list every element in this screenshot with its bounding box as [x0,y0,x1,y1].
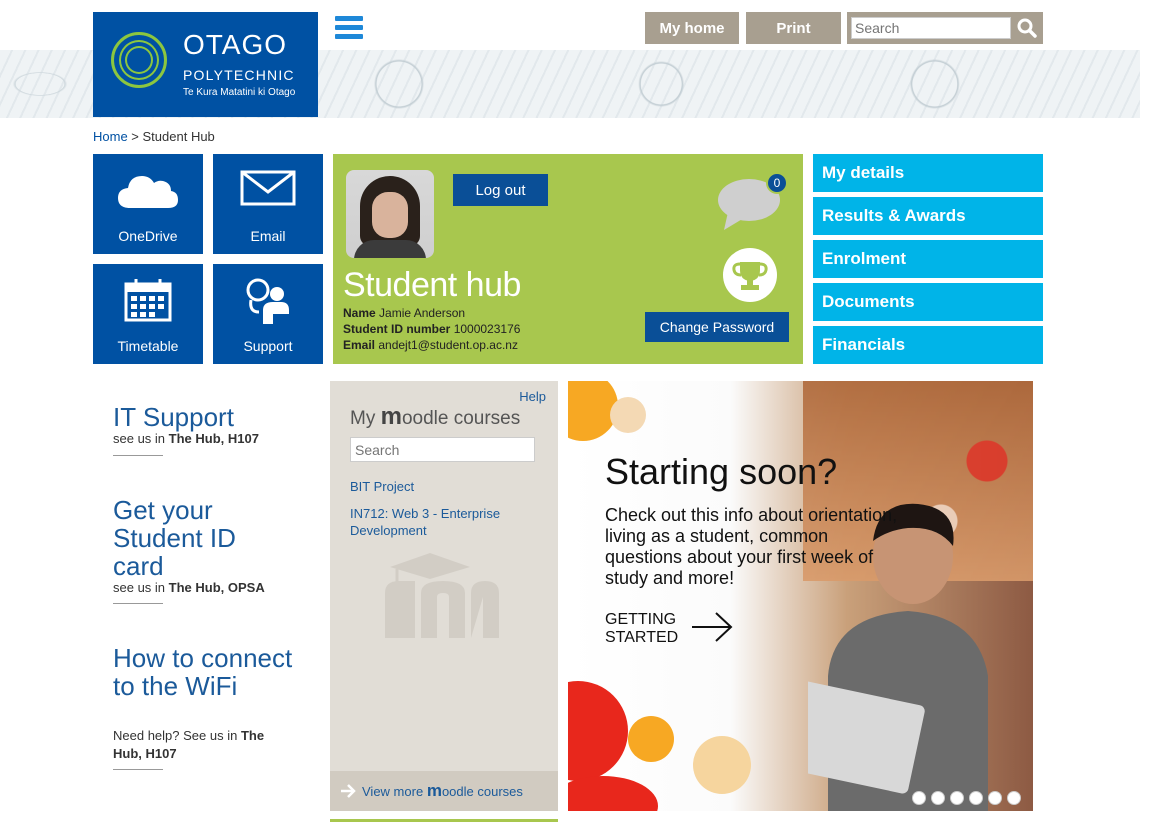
notification-badge: 0 [766,172,788,194]
menu-item-my-details[interactable]: My details [813,154,1043,192]
moodle-logo-icon: m [426,781,442,800]
moodle-course-link[interactable]: IN712: Web 3 - Enterprise Development [350,505,530,539]
menu-item-enrolment[interactable]: Enrolment [813,240,1043,278]
decor-circle [610,397,646,433]
info-sub-it-support: see us in The Hub, H107 [113,430,293,448]
moodle-logo-icon: m [380,403,402,430]
decor-circle [693,736,751,794]
envelope-icon [240,170,296,206]
email-label: Email [343,338,376,352]
student-email: andejt1@student.op.ac.nz [378,338,518,352]
banner-headline: Starting soon? [605,451,838,492]
divider [113,603,163,604]
info-title-student-id[interactable]: Get your Student ID card [113,496,283,580]
decor-circle [568,776,658,811]
info-title-it-support[interactable]: IT Support [113,403,293,431]
cloud-icon [118,176,178,208]
student-info: Name Jamie Anderson Student ID number 10… [343,305,520,353]
logo-text-otago: OTAGO [183,29,288,60]
cta-line: GETTING [605,611,677,628]
moodle-courses-panel: Help My moodle courses BIT Project IN712… [330,381,558,811]
banner-body: Check out this info about orientation, l… [605,505,898,588]
tile-email[interactable]: Email [213,154,323,254]
moodle-course-link[interactable]: BIT Project [350,478,530,495]
carousel-dot[interactable] [1007,791,1021,805]
logo-ring-icon [111,32,167,88]
moodle-title-prefix: My [350,408,376,429]
name-label: Name [343,306,376,320]
breadcrumb: Home > Student Hub [93,129,215,144]
hamburger-menu-icon[interactable] [335,16,363,40]
student-id-label: Student ID number [343,322,451,336]
carousel-dot[interactable] [988,791,1002,805]
info-location: The Hub, H107 [168,431,259,446]
my-home-button[interactable]: My home [645,12,739,44]
carousel-dot[interactable] [912,791,926,805]
help-link[interactable]: Help [519,389,546,404]
calendar-icon [124,279,172,322]
tile-timetable[interactable]: Timetable [93,264,203,364]
info-pre: see us in [113,580,166,595]
promo-banner[interactable]: Starting soon? Check out this info about… [568,381,1033,811]
getting-started-link[interactable]: GETTING STARTED [605,611,678,647]
logo-text-polytechnic: POLYTECHNIC [183,67,295,83]
info-pre: Need help? See us in [113,728,238,743]
divider [113,769,163,770]
carousel-dot[interactable] [931,791,945,805]
search-icon[interactable] [1017,18,1037,38]
view-more-suffix: oodle courses [441,783,523,799]
info-title-wifi[interactable]: How to connect to the WiFi [113,644,303,700]
student-name: Jamie Anderson [379,306,466,320]
decor-circle [568,681,628,781]
carousel-dots [912,791,1021,805]
student-hub-panel: Log out 0 Student hub Name Jamie Anderso… [333,154,803,364]
moodle-title-suffix: oodle courses [401,408,521,429]
tile-label: Timetable [117,338,179,354]
otago-polytechnic-logo[interactable]: OTAGO POLYTECHNIC Te Kura Matatini ki Ot… [93,12,318,117]
moodle-watermark-icon [385,553,499,638]
info-sub-student-id: see us in The Hub, OPSA [113,579,293,597]
tile-onedrive[interactable]: OneDrive [93,154,203,254]
header-search-input[interactable] [851,17,1011,39]
menu-item-financials[interactable]: Financials [813,326,1043,364]
trophy-icon[interactable] [723,248,777,302]
breadcrumb-separator: > [127,129,143,144]
print-button[interactable]: Print [746,12,841,44]
info-sub-wifi: Need help? See us in The Hub, H107 [113,727,283,763]
change-password-button[interactable]: Change Password [645,312,789,342]
carousel-dot[interactable] [969,791,983,805]
divider [330,819,558,822]
tile-label: OneDrive [118,228,178,244]
tile-support[interactable]: Support [213,264,323,364]
cta-line: STARTED [605,629,679,646]
moodle-panel-title: My moodle courses [350,403,520,431]
student-id: 1000023176 [453,322,521,336]
support-person-icon [246,278,289,324]
menu-item-results-awards[interactable]: Results & Awards [813,197,1043,235]
view-more-prefix: View more [362,783,424,799]
tile-label: Email [250,228,286,244]
breadcrumb-home-link[interactable]: Home [93,129,128,144]
menu-item-documents[interactable]: Documents [813,283,1043,321]
info-location: The Hub, OPSA [168,580,265,595]
page-title: Student hub [343,266,521,304]
decor-circle [628,716,674,762]
info-pre: see us in [113,431,166,446]
view-more-moodle-link[interactable]: View more m oodle courses [330,771,558,811]
logout-button[interactable]: Log out [453,174,548,206]
logo-text-maori: Te Kura Matatini ki Otago [183,87,296,98]
breadcrumb-current: Student Hub [142,129,215,144]
moodle-search-input[interactable] [350,437,535,462]
arrow-right-icon[interactable] [692,610,734,644]
avatar [346,170,434,258]
tile-label: Support [243,338,293,354]
divider [113,455,163,456]
header-search [847,12,1043,44]
arrow-right-icon [341,784,356,798]
carousel-dot[interactable] [950,791,964,805]
